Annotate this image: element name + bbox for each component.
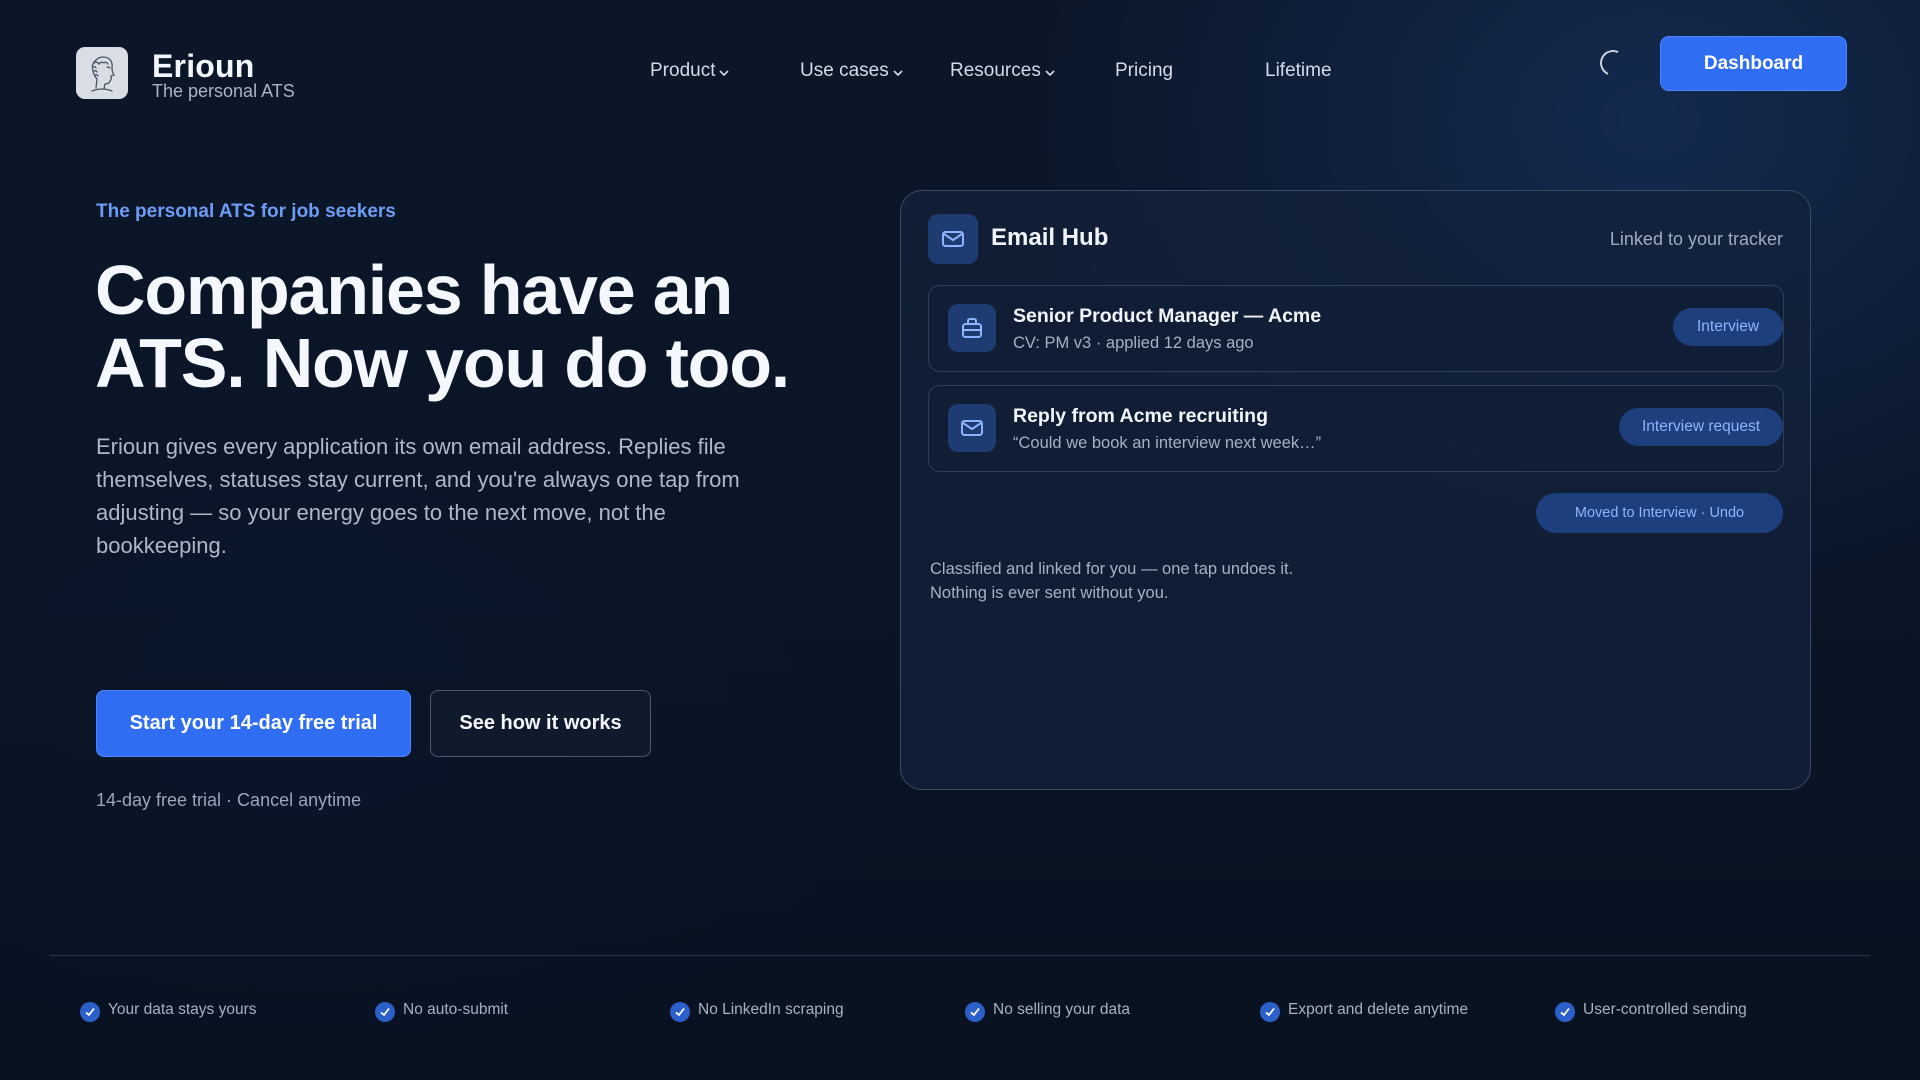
start-trial-button[interactable]: Start your 14-day free trial — [96, 690, 411, 757]
see-how-it-works-button[interactable]: See how it works — [430, 690, 651, 757]
trust-item: User-controlled sending — [1555, 998, 1747, 1022]
brand-name[interactable]: Erioun — [152, 48, 255, 85]
nav-use-cases-label: Use cases — [800, 60, 889, 81]
trust-item: No auto-submit — [375, 998, 508, 1022]
trust-item: No selling your data — [965, 998, 1130, 1022]
dashboard-button[interactable]: Dashboard — [1660, 36, 1847, 91]
status-badge-interview-request[interactable]: Interview request — [1619, 408, 1783, 446]
brand-logo[interactable] — [76, 47, 128, 99]
reply-subtitle: “Could we book an interview next week…” — [1013, 434, 1322, 452]
hero-title-line-2: ATS. Now you do too. — [95, 324, 790, 402]
application-title: Senior Product Manager — Acme — [1013, 305, 1322, 327]
hub-footnote: Classified and linked for you — one tap … — [930, 557, 1293, 605]
linked-status: Linked to your tracker — [1609, 229, 1783, 249]
nav-use-cases[interactable]: Use cases — [800, 60, 905, 82]
reply-title: Reply from Acme recruiting — [1013, 405, 1269, 427]
trust-item-label: No LinkedIn scraping — [698, 1001, 844, 1018]
greek-head-icon — [91, 56, 116, 92]
trust-item-label: Export and delete anytime — [1288, 1001, 1469, 1018]
nav-pricing[interactable]: Pricing — [1115, 60, 1173, 82]
spinner-icon — [1596, 46, 1630, 80]
hub-footnote-line-2: Nothing is ever sent without you. — [930, 584, 1169, 602]
brand-tagline: The personal ATS — [152, 81, 295, 101]
divider — [50, 955, 1870, 956]
trust-item-label: No auto-submit — [403, 1001, 509, 1018]
nav-lifetime[interactable]: Lifetime — [1265, 60, 1332, 82]
chevron-down-icon — [893, 70, 903, 77]
hero-description: Erioun gives every application its own e… — [96, 434, 740, 558]
chevron-down-icon — [719, 70, 730, 77]
chevron-down-icon — [1045, 70, 1055, 77]
hero-title: Companies have an ATS. Now you do too. — [95, 254, 815, 400]
list-item-application[interactable]: Senior Product Manager — Acme CV: PM v3 … — [928, 285, 1784, 372]
application-subtitle: CV: PM v3 · applied 12 days ago — [1013, 334, 1254, 352]
list-item-reply[interactable]: Reply from Acme recruiting “Could we boo… — [928, 385, 1784, 472]
trial-note: 14-day free trial · Cancel anytime — [96, 790, 362, 810]
email-hub-card: Email Hub Linked to your tracker Senior … — [900, 190, 1811, 790]
site-header: Erioun The personal ATS Product Use case… — [0, 0, 1920, 130]
nav-lifetime-label: Lifetime — [1265, 60, 1332, 81]
briefcase-icon — [948, 304, 996, 352]
nav-resources[interactable]: Resources — [950, 60, 1057, 82]
check-icon — [375, 1002, 395, 1022]
hero-eyebrow: The personal ATS for job seekers — [96, 201, 396, 222]
check-icon — [1555, 1002, 1575, 1022]
hub-footnote-line-1: Classified and linked for you — one tap … — [930, 560, 1294, 578]
check-icon — [1260, 1002, 1280, 1022]
check-icon — [965, 1002, 985, 1022]
trust-item: Export and delete anytime — [1260, 998, 1468, 1022]
mail-icon — [948, 404, 996, 452]
undo-toast[interactable]: Moved to Interview · Undo — [1536, 493, 1783, 533]
trust-item-label: Your data stays yours — [108, 1001, 257, 1018]
nav-product[interactable]: Product — [650, 60, 731, 82]
status-badge-interview[interactable]: Interview — [1673, 308, 1783, 346]
nav-resources-label: Resources — [950, 60, 1041, 81]
nav-pricing-label: Pricing — [1115, 60, 1174, 81]
trust-item-label: No selling your data — [993, 1001, 1130, 1018]
trust-item-label: User-controlled sending — [1583, 1001, 1747, 1018]
check-icon — [80, 1002, 100, 1022]
hero-title-line-1: Companies have an — [95, 251, 733, 329]
trust-item: Your data stays yours — [80, 998, 256, 1022]
mail-icon — [928, 214, 978, 264]
trust-item: No LinkedIn scraping — [670, 998, 844, 1022]
nav-product-label: Product — [650, 60, 716, 81]
email-hub-title: Email Hub — [991, 224, 1109, 251]
check-icon — [670, 1002, 690, 1022]
